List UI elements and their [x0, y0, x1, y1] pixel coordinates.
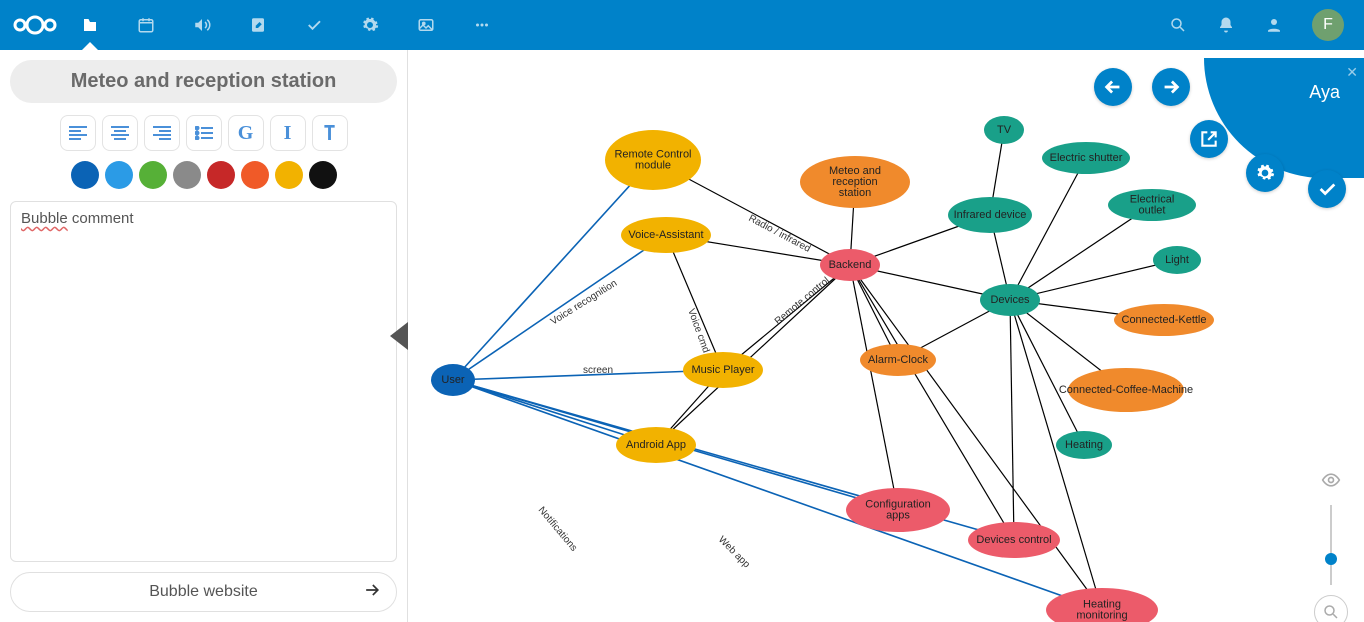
zoom-slider-thumb[interactable]	[1325, 553, 1337, 565]
color-swatch-2[interactable]	[139, 161, 167, 189]
format-toolbar: G I T	[10, 115, 397, 151]
color-swatch-5[interactable]	[241, 161, 269, 189]
comment-input[interactable]: Bubble comment	[10, 201, 397, 562]
node-tv[interactable]: TV	[984, 116, 1024, 144]
nav-back-button[interactable]	[1094, 68, 1132, 106]
edge-backend-config	[850, 265, 898, 510]
right-icons: F	[1168, 9, 1344, 41]
align-center-icon[interactable]	[102, 115, 138, 151]
node-kettle[interactable]: Connected-Kettle	[1114, 304, 1214, 336]
node-meteo[interactable]: Meteo andreceptionstation	[800, 156, 910, 208]
sound-icon[interactable]	[192, 15, 212, 35]
edge-label-voice-music: Voice cmd	[685, 307, 711, 354]
gallery-icon[interactable]	[416, 15, 436, 35]
node-infrared[interactable]: Infrared device	[948, 197, 1032, 233]
edge-voice-music	[666, 235, 723, 370]
avatar[interactable]: F	[1312, 9, 1344, 41]
node-devices[interactable]: Devices	[980, 284, 1040, 316]
color-swatch-7[interactable]	[309, 161, 337, 189]
website-button[interactable]: Bubble website	[10, 572, 397, 612]
logo[interactable]	[10, 12, 60, 38]
node-title[interactable]: Meteo and reception station	[10, 60, 397, 103]
bell-icon[interactable]	[1216, 15, 1236, 35]
node-heatmon[interactable]: Heatingmonitoring	[1046, 588, 1158, 622]
node-android[interactable]: Android App	[616, 427, 696, 463]
font-t-button[interactable]: T	[312, 115, 348, 151]
tasks-icon[interactable]	[304, 15, 324, 35]
node-voice[interactable]: Voice-Assistant	[621, 217, 711, 253]
node-backend[interactable]: Backend	[820, 249, 880, 281]
edge-label-user-voice: Voice recognition	[549, 278, 619, 328]
visibility-icon[interactable]	[1321, 470, 1341, 495]
nav-icons	[80, 15, 492, 35]
color-palette	[10, 161, 397, 189]
edge-devices-shutter	[1010, 158, 1086, 300]
settings-button[interactable]	[1246, 154, 1284, 192]
collapse-handle-icon[interactable]	[390, 322, 408, 350]
nav-forward-button[interactable]	[1152, 68, 1190, 106]
edge-label-user-config: Notifications	[536, 505, 579, 554]
confirm-button[interactable]	[1308, 170, 1346, 208]
graph-search-button[interactable]	[1314, 595, 1348, 622]
node-coffee[interactable]: Connected-Coffee-Machine	[1059, 368, 1193, 412]
username-label: Aya	[1309, 82, 1340, 103]
node-config[interactable]: Configurationapps	[846, 488, 950, 532]
edge-label-user-music: screen	[583, 365, 613, 376]
comment-rest: comment	[68, 210, 134, 227]
settings-icon[interactable]	[360, 15, 380, 35]
edge-label-music-backend: Remote control	[773, 275, 832, 327]
node-remote[interactable]: Remote Controlmodule	[605, 130, 701, 190]
arrow-right-icon	[362, 580, 382, 605]
search-icon[interactable]	[1168, 15, 1188, 35]
files-icon[interactable]	[80, 15, 100, 35]
node-music[interactable]: Music Player	[683, 352, 763, 388]
notes-icon[interactable]	[248, 15, 268, 35]
sidebar: Meteo and reception station G I T Bubble…	[0, 50, 408, 622]
main: Meteo and reception station G I T Bubble…	[0, 50, 1364, 622]
node-devctrl[interactable]: Devices control	[968, 522, 1060, 558]
font-g-button[interactable]: G	[228, 115, 264, 151]
node-light[interactable]: Light	[1153, 246, 1201, 274]
node-alarm[interactable]: Alarm-Clock	[860, 344, 936, 376]
close-icon[interactable]: ✕	[1346, 64, 1358, 81]
website-button-label: Bubble website	[149, 583, 258, 601]
float-controls: ✕ Aya	[1104, 58, 1364, 228]
share-button[interactable]	[1190, 120, 1228, 158]
color-swatch-1[interactable]	[105, 161, 133, 189]
color-swatch-6[interactable]	[275, 161, 303, 189]
more-icon[interactable]	[472, 15, 492, 35]
top-bar: F	[0, 0, 1364, 50]
comment-word: Bubble	[21, 210, 68, 227]
edge-user-voice	[453, 235, 666, 380]
calendar-icon[interactable]	[136, 15, 156, 35]
list-icon[interactable]	[186, 115, 222, 151]
align-right-icon[interactable]	[144, 115, 180, 151]
edge-label-user-devctrl: Web app	[716, 534, 752, 570]
contacts-icon[interactable]	[1264, 15, 1284, 35]
edge-label-remote-backend: Radio / infrared	[747, 213, 813, 255]
edge-user-remote	[453, 160, 653, 380]
color-swatch-0[interactable]	[71, 161, 99, 189]
font-i-button[interactable]: I	[270, 115, 306, 151]
node-heating[interactable]: Heating	[1056, 431, 1112, 459]
edge-user-heatmon	[453, 380, 1102, 610]
graph-canvas[interactable]: Voice recognition screen Notifications Web …	[408, 50, 1364, 622]
float-bg	[1204, 58, 1364, 178]
color-swatch-3[interactable]	[173, 161, 201, 189]
edge-devices-devctrl	[1010, 300, 1014, 540]
zoom-slider[interactable]	[1330, 505, 1332, 585]
align-left-icon[interactable]	[60, 115, 96, 151]
right-rail	[1314, 470, 1348, 622]
node-user[interactable]: User	[431, 364, 475, 396]
color-swatch-4[interactable]	[207, 161, 235, 189]
